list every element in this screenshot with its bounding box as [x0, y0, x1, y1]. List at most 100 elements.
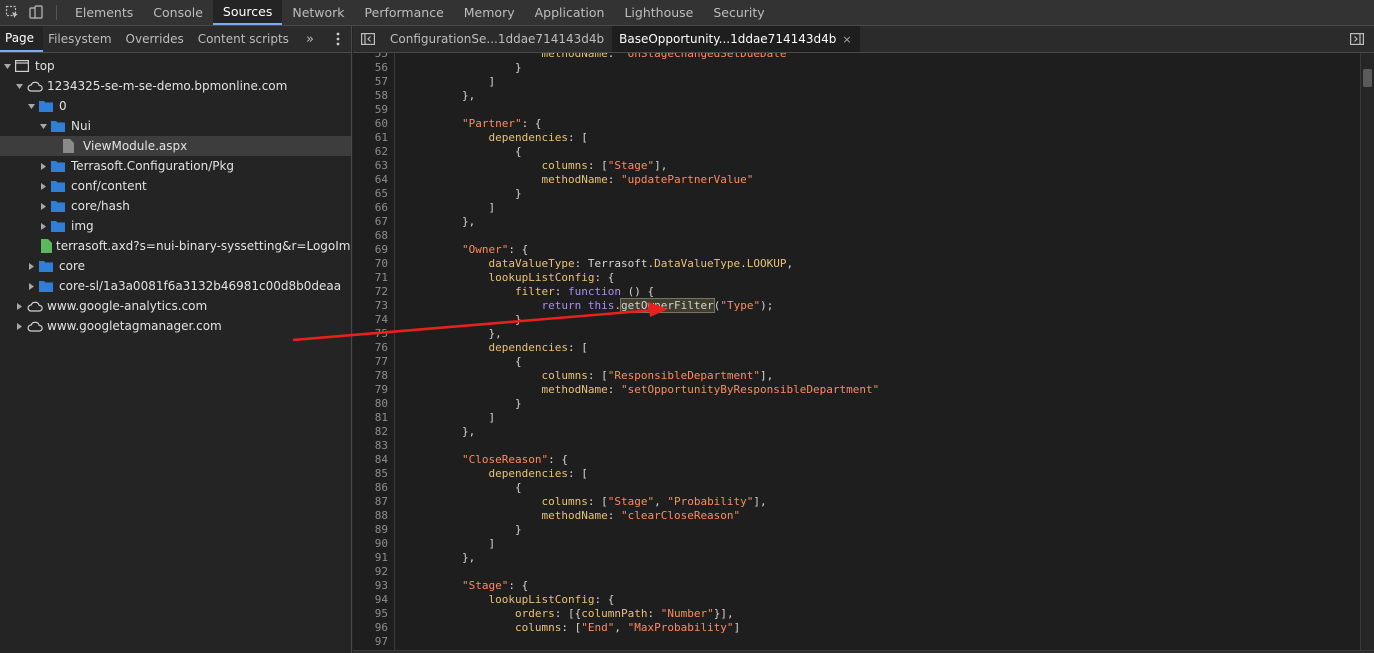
collapsed-arrow-icon[interactable]	[26, 261, 36, 271]
tree-item[interactable]: www.google-analytics.com	[0, 296, 351, 316]
code-area[interactable]: 55 56 57 58 59 60 61 62 63 64 65 66 67 68 69 70 71 72 73 74…	[353, 53, 1374, 650]
toggle-debugger-icon[interactable]	[1340, 26, 1374, 52]
collapsed-arrow-icon[interactable]	[26, 281, 36, 291]
line-number-gutter[interactable]: 55 56 57 58 59 60 61 62 63 64 65 66 67 68 69 70 71 72 73 74…	[353, 53, 395, 650]
line-number[interactable]: 90	[353, 537, 388, 551]
line-number[interactable]: 67	[353, 215, 388, 229]
line-number[interactable]: 82	[353, 425, 388, 439]
tree-item[interactable]: core/hash	[0, 196, 351, 216]
line-number[interactable]: 78	[353, 369, 388, 383]
collapsed-arrow-icon[interactable]	[14, 321, 24, 331]
tree-item[interactable]: terrasoft.axd?s=nui-binary-syssetting&r=…	[0, 236, 351, 256]
tree-item[interactable]: core	[0, 256, 351, 276]
collapsed-arrow-icon[interactable]	[38, 161, 48, 171]
tree-item[interactable]: ViewModule.aspx	[0, 136, 351, 156]
line-number[interactable]: 79	[353, 383, 388, 397]
collapsed-arrow-icon[interactable]	[14, 301, 24, 311]
line-number[interactable]: 93	[353, 579, 388, 593]
tab-console[interactable]: Console	[143, 0, 213, 25]
line-number[interactable]: 94	[353, 593, 388, 607]
expanded-arrow-icon[interactable]	[14, 81, 24, 91]
code-line: columns: ["Stage"],	[462, 159, 667, 173]
tree-item[interactable]: top	[0, 56, 351, 76]
tree-item[interactable]: Terrasoft.Configuration/Pkg	[0, 156, 351, 176]
line-number[interactable]: 76	[353, 341, 388, 355]
line-number[interactable]: 57	[353, 75, 388, 89]
editor-tab-baseopportunity[interactable]: BaseOpportunity...1ddae714143d4b ×	[612, 26, 860, 52]
line-number[interactable]: 64	[353, 173, 388, 187]
collapsed-arrow-icon[interactable]	[38, 201, 48, 211]
line-number[interactable]: 62	[353, 145, 388, 159]
line-number[interactable]: 58	[353, 89, 388, 103]
line-number[interactable]: 65	[353, 187, 388, 201]
line-number[interactable]: 59	[353, 103, 388, 117]
expanded-arrow-icon[interactable]	[2, 61, 12, 71]
line-number[interactable]: 71	[353, 271, 388, 285]
code-line: methodName: "onStageChangedSetDueDate"	[462, 53, 793, 61]
line-number[interactable]: 69	[353, 243, 388, 257]
tree-item[interactable]: core-sl/1a3a0081f6a3132b46981c00d8b0deaa	[0, 276, 351, 296]
line-number[interactable]: 97	[353, 635, 388, 649]
line-number[interactable]: 81	[353, 411, 388, 425]
line-number[interactable]: 77	[353, 355, 388, 369]
line-number[interactable]: 89	[353, 523, 388, 537]
tab-security[interactable]: Security	[703, 0, 774, 25]
line-number[interactable]: 91	[353, 551, 388, 565]
line-number[interactable]: 56	[353, 61, 388, 75]
line-number[interactable]: 96	[353, 621, 388, 635]
tree-item[interactable]: conf/content	[0, 176, 351, 196]
line-number[interactable]: 61	[353, 131, 388, 145]
code-token: }	[462, 187, 522, 200]
line-number[interactable]: 92	[353, 565, 388, 579]
expanded-arrow-icon[interactable]	[26, 101, 36, 111]
tab-performance[interactable]: Performance	[355, 0, 454, 25]
close-tab-icon[interactable]: ×	[842, 33, 851, 46]
inspect-element-icon[interactable]	[0, 0, 24, 25]
line-number[interactable]: 86	[353, 481, 388, 495]
collapsed-arrow-icon[interactable]	[38, 181, 48, 191]
tab-memory[interactable]: Memory	[454, 0, 525, 25]
line-number[interactable]: 73	[353, 299, 388, 313]
tab-sources[interactable]: Sources	[212, 0, 283, 25]
line-number[interactable]: 70	[353, 257, 388, 271]
toggle-navigator-icon[interactable]	[353, 26, 383, 52]
code-line: },	[462, 215, 475, 229]
kebab-menu-icon[interactable]	[325, 26, 351, 52]
tab-overrides[interactable]: Overrides	[121, 26, 193, 52]
line-number[interactable]: 66	[353, 201, 388, 215]
tab-network[interactable]: Network	[282, 0, 354, 25]
line-number[interactable]: 68	[353, 229, 388, 243]
expanded-arrow-icon[interactable]	[38, 121, 48, 131]
line-number[interactable]: 95	[353, 607, 388, 621]
line-number[interactable]: 87	[353, 495, 388, 509]
tab-application[interactable]: Application	[525, 0, 615, 25]
tree-item[interactable]: 1234325-se-m-se-demo.bpmonline.com	[0, 76, 351, 96]
editor-tab-configuration[interactable]: ConfigurationSe...1ddae714143d4b	[383, 26, 612, 52]
vertical-scrollbar[interactable]	[1360, 53, 1374, 653]
line-number[interactable]: 74	[353, 313, 388, 327]
more-tabs-icon[interactable]: »	[298, 26, 322, 52]
scrollbar-thumb[interactable]	[1363, 69, 1372, 87]
tree-item[interactable]: 0	[0, 96, 351, 116]
line-number[interactable]: 80	[353, 397, 388, 411]
tree-item[interactable]: img	[0, 216, 351, 236]
tree-item[interactable]: www.googletagmanager.com	[0, 316, 351, 336]
tab-content-scripts[interactable]: Content scripts	[193, 26, 298, 52]
line-number[interactable]: 60	[353, 117, 388, 131]
tab-page[interactable]: Page	[0, 26, 44, 52]
tree-item[interactable]: Nui	[0, 116, 351, 136]
line-number[interactable]: 85	[353, 467, 388, 481]
line-number[interactable]: 83	[353, 439, 388, 453]
tab-filesystem[interactable]: Filesystem	[43, 26, 120, 52]
line-number[interactable]: 84	[353, 453, 388, 467]
line-number[interactable]: 72	[353, 285, 388, 299]
code-line: "Stage": {	[462, 579, 528, 593]
line-number[interactable]: 75	[353, 327, 388, 341]
line-number[interactable]: 88	[353, 509, 388, 523]
tab-lighthouse[interactable]: Lighthouse	[614, 0, 703, 25]
device-toolbar-icon[interactable]	[24, 0, 48, 25]
tab-elements[interactable]: Elements	[65, 0, 143, 25]
collapsed-arrow-icon[interactable]	[38, 221, 48, 231]
line-number[interactable]: 63	[353, 159, 388, 173]
line-number[interactable]: 55	[353, 53, 388, 61]
